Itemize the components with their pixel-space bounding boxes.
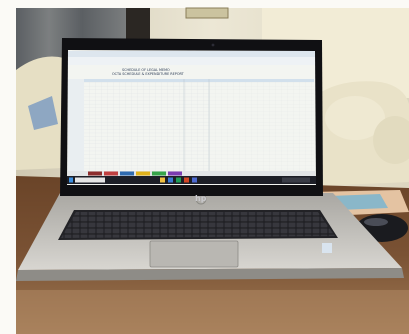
sheet-tab-3[interactable] <box>120 171 134 176</box>
picture-frame <box>185 7 229 19</box>
taskbar-app-3[interactable] <box>176 177 181 183</box>
sheet-title-line-2: OCTA SCHEDULE & EXPENDITURE REPORT <box>112 72 185 76</box>
hp-logo: hp <box>195 194 207 203</box>
row-number-column <box>68 79 84 171</box>
taskbar-app-4[interactable] <box>184 177 189 183</box>
taskbar-app-2[interactable] <box>168 177 173 183</box>
mouse-highlight <box>364 218 388 226</box>
touchpad <box>149 240 239 268</box>
ribbon-accent <box>68 57 315 65</box>
start-button[interactable] <box>69 177 73 183</box>
taskbar-app-5[interactable] <box>192 177 197 183</box>
ribbon-bar <box>68 51 315 57</box>
header-band <box>84 79 314 82</box>
sticker <box>322 243 332 253</box>
sheet-tab-5[interactable] <box>152 171 166 176</box>
laptop-screen-assembly: SCHEDULE OF LEGAL MEMO OCTA SCHEDULE & E… <box>60 38 323 203</box>
sheet-grid-right <box>209 79 314 171</box>
sheet-tab-1[interactable] <box>88 171 102 176</box>
taskbar-search[interactable] <box>75 177 105 183</box>
system-tray <box>282 177 310 183</box>
spreadsheet-display: SCHEDULE OF LEGAL MEMO OCTA SCHEDULE & E… <box>67 50 316 185</box>
webcam <box>211 43 215 47</box>
sheet-tab-4[interactable] <box>136 171 150 176</box>
sheet-tab-6[interactable] <box>168 171 182 176</box>
sheet-grid <box>84 79 209 171</box>
photo-scene: SCHEDULE OF LEGAL MEMO OCTA SCHEDULE & E… <box>0 0 409 334</box>
table-bottom-edge <box>16 290 409 334</box>
sheet-tab-2[interactable] <box>104 171 118 176</box>
keyboard-keys <box>61 212 335 238</box>
taskbar-app-1[interactable] <box>160 177 165 183</box>
